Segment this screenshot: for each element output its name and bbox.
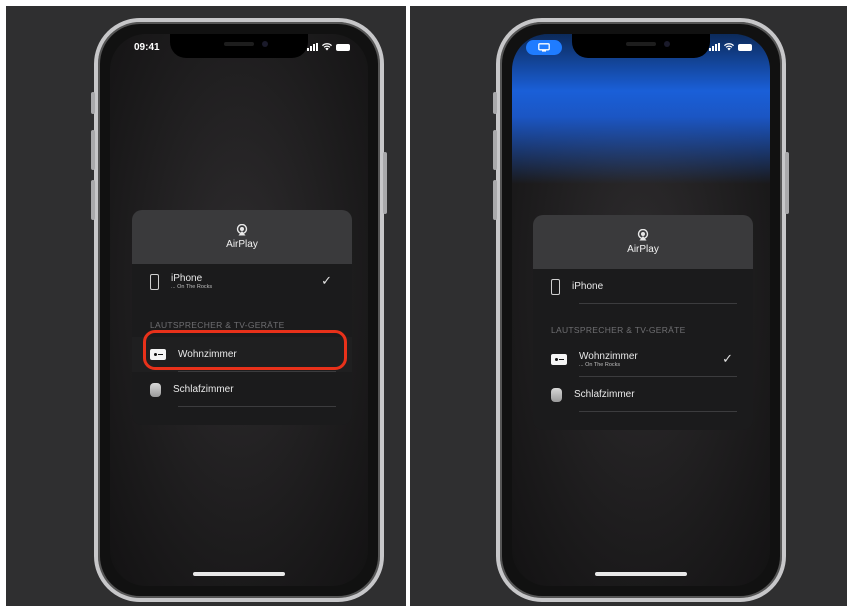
volume-up-button xyxy=(91,130,95,170)
now-playing-subtitle: ... On The Rocks xyxy=(579,361,621,368)
device-row-wohnzimmer[interactable]: Wohnzimmer ... On The Rocks ✓ xyxy=(533,342,753,377)
notch xyxy=(170,34,308,58)
device-row-iphone[interactable]: iPhone ... On The Rocks ✓ xyxy=(132,264,352,299)
airplay-title: AirPlay xyxy=(627,244,659,255)
battery-icon xyxy=(336,44,350,51)
device-row-schlafzimmer[interactable]: Schlafzimmer xyxy=(533,377,753,412)
now-playing-subtitle: ... On The Rocks xyxy=(171,283,213,290)
device-row-schlafzimmer[interactable]: Schlafzimmer xyxy=(132,372,352,407)
status-time: 09:41 xyxy=(134,42,160,53)
screen-mirroring-icon[interactable] xyxy=(526,40,562,55)
phone-screen: 09:41 AirPlay iPhone ... On The Rocks ✓ … xyxy=(110,34,368,586)
airplay-icon xyxy=(637,229,649,241)
home-indicator[interactable] xyxy=(193,572,285,576)
battery-icon xyxy=(738,44,752,51)
volume-down-button xyxy=(493,180,497,220)
device-name: Schlafzimmer xyxy=(173,384,234,395)
checkmark-icon: ✓ xyxy=(722,351,733,366)
volume-down-button xyxy=(91,180,95,220)
left-panel: 09:41 AirPlay iPhone ... On The Rocks ✓ … xyxy=(6,6,406,606)
airplay-title: AirPlay xyxy=(226,239,258,250)
wifi-icon xyxy=(724,43,734,51)
wifi-icon xyxy=(322,43,332,51)
right-panel: AirPlay iPhone LAUTSPRECHER & TV-GERÄTE … xyxy=(410,6,847,606)
status-icons xyxy=(307,43,350,51)
device-name: Schlafzimmer xyxy=(574,389,635,400)
signal-icon xyxy=(307,43,318,51)
iphone-icon xyxy=(551,278,560,295)
airplay-header: AirPlay xyxy=(132,210,352,264)
device-name: iPhone xyxy=(171,272,203,284)
side-button xyxy=(785,152,789,214)
side-button xyxy=(383,152,387,214)
notch xyxy=(572,34,710,58)
status-icons xyxy=(709,43,752,51)
apple-tv-icon xyxy=(551,354,567,365)
device-row-iphone[interactable]: iPhone xyxy=(533,269,753,304)
signal-icon xyxy=(709,43,720,51)
phone-screen: AirPlay iPhone LAUTSPRECHER & TV-GERÄTE … xyxy=(512,34,770,586)
device-name: Wohnzimmer xyxy=(579,350,638,362)
homepod-icon xyxy=(551,387,562,402)
airplay-card: AirPlay iPhone LAUTSPRECHER & TV-GERÄTE … xyxy=(533,215,753,430)
volume-up-button xyxy=(493,130,497,170)
device-name: iPhone xyxy=(572,281,604,292)
airplay-icon xyxy=(236,224,248,236)
mute-switch xyxy=(91,92,95,114)
section-title: LAUTSPRECHER & TV-GERÄTE xyxy=(551,325,686,335)
airplay-header: AirPlay xyxy=(533,215,753,269)
iphone-icon xyxy=(150,273,159,290)
checkmark-icon: ✓ xyxy=(321,273,332,288)
iphone-frame: AirPlay iPhone LAUTSPRECHER & TV-GERÄTE … xyxy=(493,18,789,602)
mute-switch xyxy=(493,92,497,114)
iphone-frame: 09:41 AirPlay iPhone ... On The Rocks ✓ … xyxy=(91,18,387,602)
airplay-card: AirPlay iPhone ... On The Rocks ✓ LAUTSP… xyxy=(132,210,352,425)
home-indicator[interactable] xyxy=(595,572,687,576)
highlight-box xyxy=(143,330,347,370)
homepod-icon xyxy=(150,382,161,397)
